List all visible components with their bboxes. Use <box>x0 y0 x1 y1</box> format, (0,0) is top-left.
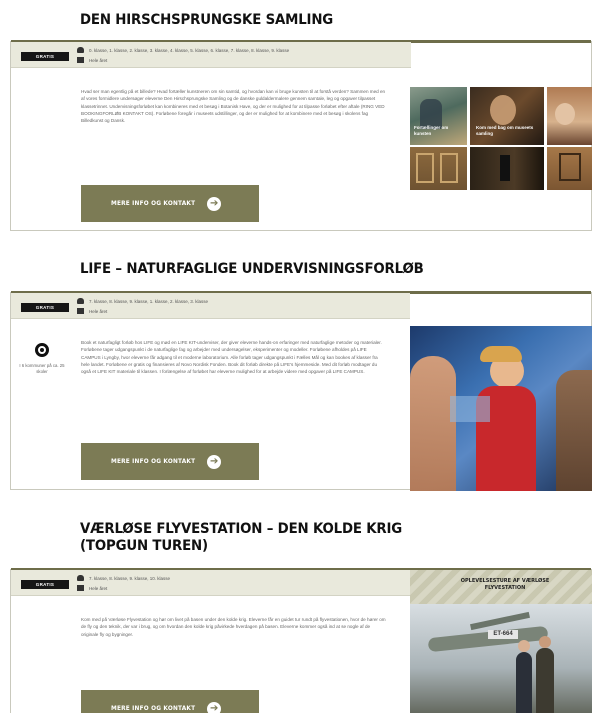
meta-bar: GRATIS 7. klasse, 8. klasse, 9. klasse, … <box>11 293 410 319</box>
status-badge: GRATIS <box>21 52 69 61</box>
promo-text: OPLEVELSESTURE AF VÆRLØSE FLYVESTATION <box>460 578 550 591</box>
status-badge: GRATIS <box>21 303 69 312</box>
card-title[interactable]: LIFE – NATURFAGLIGE UNDERVISNINGSFORLØB <box>80 261 424 278</box>
meta-grades-text: 7. klasse, 8. klasse, 9. klasse, 1. klas… <box>89 298 209 304</box>
meta-time-text: Hele året <box>89 585 108 591</box>
aircraft-photo: ET-664 <box>410 604 592 713</box>
more-info-button-label: MERE INFO OG KONTAKT <box>111 458 196 465</box>
calendar-icon <box>77 308 84 314</box>
meta-grades-text: 7. klasse, 8. klasse, 9. klasse, 10. kla… <box>89 575 171 581</box>
card-description: Hvad ser man egentlig på et billede? Hva… <box>81 89 386 124</box>
people-icon <box>77 575 84 581</box>
calendar-icon <box>77 585 84 591</box>
meta-time-text: Hele året <box>89 308 108 314</box>
activity-card: GRATIS 7. klasse, 8. klasse, 9. klasse, … <box>10 568 592 713</box>
meta-grades-text: 0. klasse, 1. klasse, 2. klasse, 3. klas… <box>89 47 290 53</box>
more-info-button[interactable]: MERE INFO OG KONTAKT ➔ <box>81 690 259 713</box>
meta-time-text: Hele året <box>89 57 108 63</box>
more-info-button-label: MERE INFO OG KONTAKT <box>111 705 196 712</box>
card-title[interactable]: DEN HIRSCHSPRUNGSKE SAMLING <box>80 12 333 29</box>
more-info-button[interactable]: MERE INFO OG KONTAKT ➔ <box>81 185 259 222</box>
meta-time: Hele året <box>77 57 107 63</box>
promo-panel: OPLEVELSESTURE AF VÆRLØSE FLYVESTATION E… <box>410 570 592 713</box>
arrow-right-icon: ➔ <box>207 454 222 469</box>
card-title-line: VÆRLØSE FLYVESTATION – DEN KOLDE KRIG <box>80 521 403 537</box>
gallery-tile[interactable] <box>470 147 544 190</box>
arrow-right-icon: ➔ <box>207 196 222 211</box>
card-description: Book et naturfagligt forløb hos LIFE og … <box>81 340 382 375</box>
meta-grades: 0. klasse, 1. klasse, 2. klasse, 3. klas… <box>77 47 289 53</box>
card-title[interactable]: VÆRLØSE FLYVESTATION – DEN KOLDE KRIG (T… <box>80 521 402 555</box>
target-icon <box>35 343 49 357</box>
gallery-tile[interactable] <box>410 147 467 190</box>
meta-time: Hele året <box>77 308 107 314</box>
more-info-button[interactable]: MERE INFO OG KONTAKT ➔ <box>81 443 259 480</box>
people-icon <box>77 47 84 53</box>
gallery-tile[interactable]: Kom med bag om museets samling <box>470 87 544 145</box>
gallery-tile[interactable] <box>547 87 592 145</box>
meta-grades: 7. klasse, 8. klasse, 9. klasse, 10. kla… <box>77 575 170 581</box>
arrow-right-icon: ➔ <box>207 701 222 713</box>
location-info: I 6 kommuner på ca. 25 skoler <box>19 343 65 375</box>
calendar-icon <box>77 57 84 63</box>
more-info-button-label: MERE INFO OG KONTAKT <box>111 200 196 207</box>
gallery-tile[interactable]: Fortællinger om kunsten <box>410 87 467 145</box>
meta-bar: GRATIS 0. klasse, 1. klasse, 2. klasse, … <box>11 42 411 68</box>
people-icon <box>77 298 84 304</box>
card-title-line: (TOPGUN TUREN) <box>80 538 208 554</box>
card-description: Kom med på Værløse Flyvestation og hør o… <box>81 617 386 637</box>
meta-grades: 7. klasse, 8. klasse, 9. klasse, 1. klas… <box>77 298 208 304</box>
meta-time: Hele året <box>77 585 107 591</box>
tile-label: Fortællinger om kunsten <box>414 125 449 136</box>
activity-card: GRATIS 0. klasse, 1. klasse, 2. klasse, … <box>10 40 592 231</box>
classroom-photo <box>410 326 592 491</box>
tile-label: Kom med bag om museets samling <box>476 125 534 136</box>
meta-bar: GRATIS 7. klasse, 8. klasse, 9. klasse, … <box>11 570 410 596</box>
gallery-tile[interactable] <box>547 147 592 190</box>
location-text: I 6 kommuner på ca. 25 skoler <box>19 363 65 374</box>
status-badge: GRATIS <box>21 580 69 589</box>
activity-card: GRATIS 7. klasse, 8. klasse, 9. klasse, … <box>10 291 592 491</box>
